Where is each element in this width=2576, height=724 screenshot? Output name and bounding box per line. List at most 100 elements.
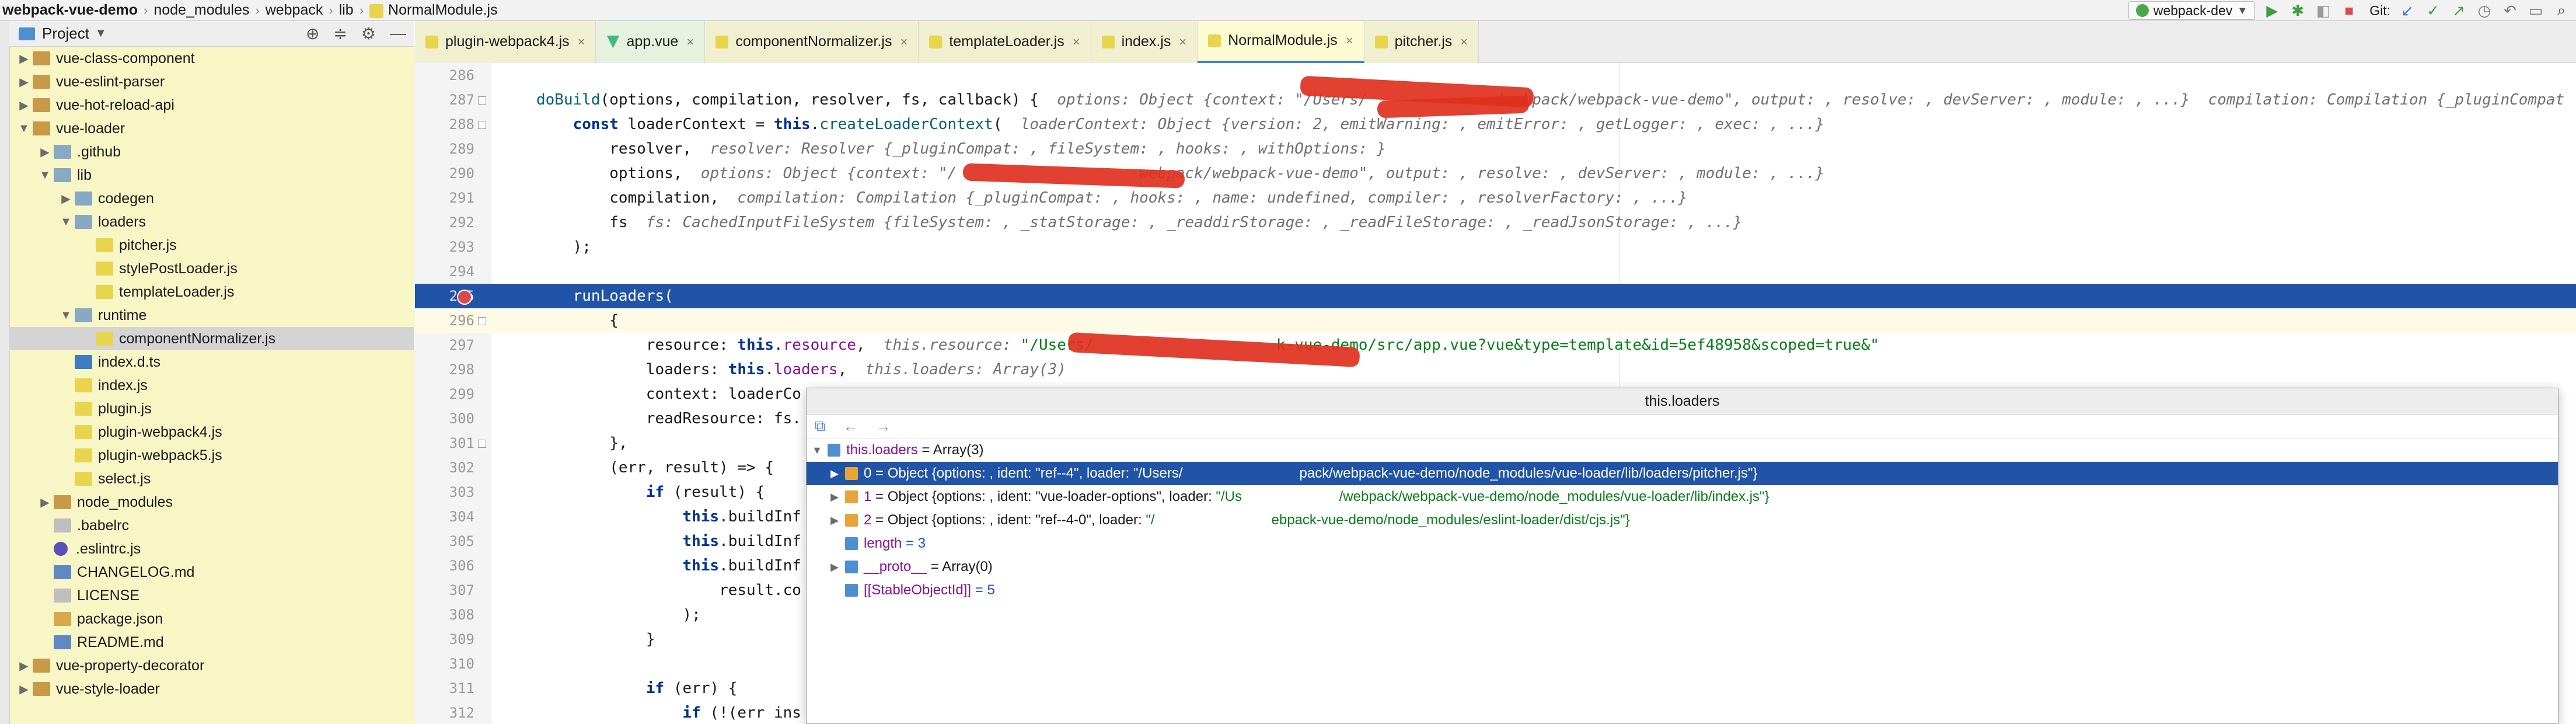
line-number[interactable]: 290 [415, 165, 491, 182]
inspect-icon[interactable]: ⧉ [815, 417, 826, 436]
editor-tab[interactable]: templateLoader.js × [919, 20, 1091, 63]
chevron-right-icon[interactable]: ▶ [15, 51, 33, 66]
variable-row[interactable]: ▶ 1 = Object {options: , ident: "vue-load… [807, 485, 2558, 509]
tree-item[interactable]: CHANGELOG.md [9, 561, 414, 584]
tree-item[interactable]: ▶ vue-eslint-parser [9, 70, 414, 93]
code-line[interactable]: 288 const loaderContext = this.createLoa… [415, 112, 2576, 137]
tree-item[interactable]: componentNormalizer.js [9, 327, 414, 350]
tree-item[interactable]: plugin-webpack5.js [9, 444, 414, 467]
line-number[interactable]: 308 [415, 607, 491, 623]
editor-tab[interactable]: index.js × [1091, 20, 1198, 63]
close-icon[interactable]: × [900, 34, 907, 50]
tree-item[interactable]: ▼ vue-loader [9, 117, 414, 140]
chevron-down-icon[interactable]: ▼ [57, 309, 75, 322]
tree-item[interactable]: pitcher.js [9, 234, 414, 257]
line-number[interactable]: 303 [415, 484, 491, 500]
tree-item[interactable]: ▶ codegen [9, 187, 414, 210]
chevron-down-icon[interactable]: ▼ [15, 122, 33, 135]
tree-item[interactable]: ▶ vue-style-loader [9, 677, 414, 701]
breadcrumb-item[interactable]: NormalModule.js [369, 2, 498, 19]
tree-item[interactable]: ▼ loaders [9, 210, 414, 234]
line-number[interactable]: 311 [415, 680, 491, 697]
chevron-right-icon[interactable]: ▶ [36, 145, 54, 159]
variable-row[interactable]: ▶ 0 = Object {options: , ident: "ref--4",… [807, 462, 2558, 485]
run-configuration-selector[interactable]: webpack-dev ▼ [2128, 1, 2256, 20]
tool-window-strip[interactable] [0, 21, 10, 724]
close-icon[interactable]: × [1346, 33, 1353, 48]
coverage-icon[interactable]: ◧ [2315, 2, 2332, 19]
chevron-right-icon[interactable]: ▶ [826, 561, 843, 573]
tree-item[interactable]: ▼ lib [9, 163, 414, 187]
chevron-down-icon[interactable]: ▼ [36, 169, 54, 182]
code-line[interactable]: 291 compilation, compilation: Compilatio… [415, 186, 2576, 210]
project-panel-title[interactable]: Project [42, 25, 89, 43]
tree-item[interactable]: .babelrc [9, 514, 414, 537]
run-icon[interactable]: ▶ [2263, 2, 2281, 19]
tree-item[interactable]: package.json [9, 607, 414, 631]
breadcrumb-item[interactable]: webpack-vue-demo [2, 2, 138, 19]
tree-item[interactable]: select.js [9, 467, 414, 490]
collapse-all-icon[interactable]: ≑ [333, 24, 347, 43]
fold-icon[interactable] [478, 121, 486, 129]
close-icon[interactable]: × [1073, 34, 1080, 50]
git-update-icon[interactable]: ↙ [2399, 2, 2416, 19]
line-number[interactable]: 305 [415, 533, 491, 549]
tree-item[interactable]: LICENSE [9, 584, 414, 607]
code-line[interactable]: 294 [415, 259, 2576, 284]
chevron-down-icon[interactable]: ▼ [57, 215, 75, 229]
hide-icon[interactable]: — [390, 24, 406, 43]
code-line[interactable]: 295 runLoaders( [415, 284, 2576, 308]
tree-item[interactable]: templateLoader.js [9, 280, 414, 304]
chevron-right-icon[interactable]: ▶ [826, 491, 843, 503]
line-number[interactable]: 302 [415, 460, 491, 476]
git-rollback-icon[interactable]: ↶ [2501, 2, 2519, 19]
chevron-right-icon[interactable]: ▶ [15, 98, 33, 113]
line-number[interactable]: 312 [415, 705, 491, 721]
tree-item[interactable]: ▶ vue-class-component [9, 47, 414, 70]
code-line[interactable]: 292 fs fs: CachedInputFileSystem {fileSy… [415, 210, 2576, 235]
code-line[interactable]: 293 ); [415, 235, 2576, 259]
git-push-icon[interactable]: ↗ [2450, 2, 2467, 19]
fold-icon[interactable] [478, 96, 486, 105]
variable-row[interactable]: ▶ 2 = Object {options: , ident: "ref--4-0… [807, 509, 2558, 532]
line-number[interactable]: 307 [415, 582, 491, 598]
line-number[interactable]: 293 [415, 239, 491, 255]
line-number[interactable]: 300 [415, 410, 491, 427]
line-number[interactable]: 306 [415, 558, 491, 574]
close-icon[interactable]: × [686, 34, 694, 50]
chevron-down-icon[interactable]: ▼ [809, 444, 825, 457]
tree-item[interactable]: plugin-webpack4.js [9, 420, 414, 444]
back-icon[interactable]: ← [843, 417, 858, 436]
breadcrumb-item[interactable]: node_modules [153, 2, 249, 19]
code-line[interactable]: 297 resource: this.resource, this.resour… [415, 333, 2576, 357]
line-number[interactable]: 309 [415, 631, 491, 648]
line-number[interactable]: 304 [415, 509, 491, 525]
editor-tab[interactable]: app.vue × [596, 20, 706, 63]
line-number[interactable]: 294 [415, 263, 491, 280]
editor-tab[interactable]: componentNormalizer.js × [705, 20, 919, 63]
chevron-right-icon[interactable]: ▶ [826, 514, 843, 527]
gear-icon[interactable]: ⚙ [361, 24, 376, 43]
locate-icon[interactable]: ⊕ [306, 24, 319, 43]
code-line[interactable]: 290 options, options: Object {context: "… [415, 161, 2576, 186]
variable-row[interactable]: length = 3 [807, 532, 2558, 555]
chevron-right-icon[interactable]: ▶ [57, 192, 75, 206]
tree-item[interactable]: ▶ .github [9, 140, 414, 163]
breakpoint-icon[interactable] [457, 290, 472, 305]
editor-tab[interactable]: NormalModule.js × [1198, 20, 1364, 63]
code-line[interactable]: 286 [415, 63, 2576, 88]
stop-icon[interactable]: ■ [2340, 2, 2358, 19]
tree-item[interactable]: ▶ vue-hot-reload-api [9, 93, 414, 117]
line-number[interactable]: 286 [415, 67, 491, 83]
forward-icon[interactable]: → [876, 417, 891, 436]
breadcrumb-item[interactable]: lib [339, 2, 354, 19]
close-icon[interactable]: × [578, 34, 585, 50]
editor-tab[interactable]: pitcher.js × [1364, 20, 1479, 63]
chevron-right-icon[interactable]: ▶ [15, 682, 33, 697]
line-number[interactable]: 289 [415, 141, 491, 157]
editor-tab[interactable]: plugin-webpack4.js × [415, 20, 596, 63]
code-line[interactable]: 289 resolver, resolver: Resolver {_plugi… [415, 137, 2576, 161]
tree-item[interactable]: index.d.ts [9, 350, 414, 374]
breadcrumb-item[interactable]: webpack [266, 2, 323, 19]
fold-icon[interactable] [478, 317, 486, 325]
